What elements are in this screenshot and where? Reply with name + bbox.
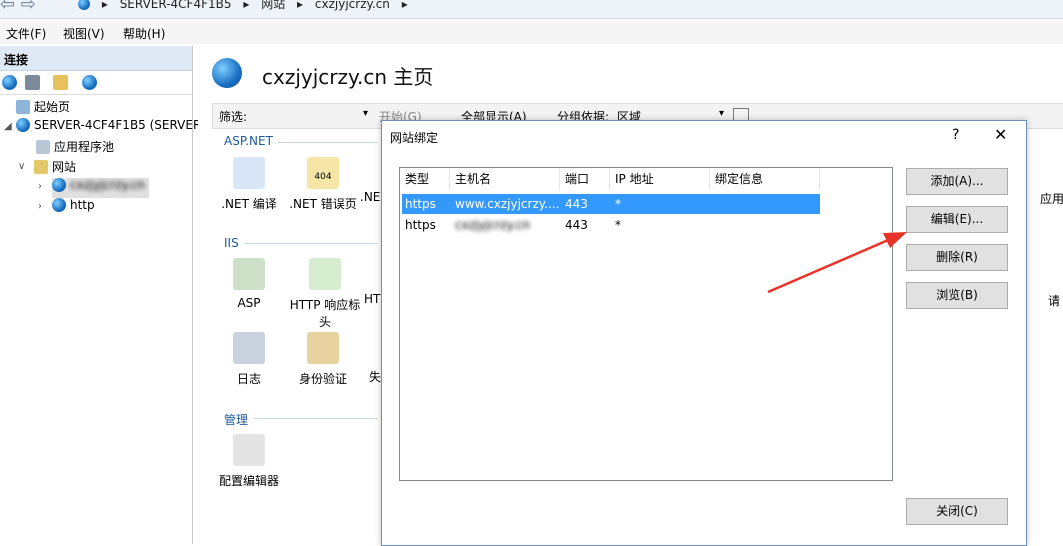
menu-file[interactable]: 文件(F): [6, 25, 46, 42]
close-icon[interactable]: ✕: [994, 125, 1007, 144]
menu-view[interactable]: 视图(V): [63, 25, 105, 42]
column-header-info[interactable]: 绑定信息: [710, 168, 820, 190]
help-icon[interactable]: ?: [952, 127, 959, 143]
asp-icon: [233, 258, 265, 290]
filter-label: 筛选:: [219, 110, 248, 124]
table-row[interactable]: https cxzjyjcrzy.cn 443 *: [402, 215, 820, 235]
breadcrumb-sites[interactable]: 网站: [261, 0, 285, 11]
address-bar: ⇦ ⇨ ▸ SERVER-4CF4F1B5 ▸ 网站 ▸ cxzjyjcrzy.…: [0, 0, 1063, 19]
http-headers-icon: [309, 258, 341, 290]
bindings-list[interactable]: 类型 主机名 端口 IP 地址 绑定信息 https www.cxzjyjcrz…: [399, 167, 893, 481]
error-404-icon: 404: [307, 157, 339, 189]
feature-asp[interactable]: ASP: [214, 258, 284, 310]
chevron-right-icon[interactable]: ›: [38, 201, 42, 212]
browse-button[interactable]: 浏览(B): [906, 282, 1008, 309]
site-bindings-dialog: 网站绑定 ? ✕ 类型 主机名 端口 IP 地址 绑定信息 https www.…: [381, 120, 1027, 546]
feature-authentication[interactable]: 身份验证: [288, 332, 358, 387]
tree-sites[interactable]: 网站: [34, 158, 76, 178]
server-icon: [16, 118, 30, 132]
feature-fail-cut[interactable]: 失: [369, 368, 381, 385]
connections-toolbar: [0, 72, 192, 95]
chevron-down-icon[interactable]: ▾: [719, 108, 724, 119]
feature-req-cut[interactable]: 请: [1048, 292, 1063, 309]
tree-site-selected[interactable]: cxzjyjcrzy.cn: [52, 178, 150, 198]
section-iis: IIS: [224, 236, 239, 250]
divider: [254, 418, 378, 419]
menu-help[interactable]: 帮助(H): [123, 25, 165, 42]
divider: [244, 243, 378, 244]
dialog-title: 网站绑定: [390, 131, 439, 145]
config-editor-icon: [233, 434, 265, 466]
add-button[interactable]: 添加(A)...: [906, 168, 1008, 195]
chevron-down-icon[interactable]: ▾: [363, 108, 368, 119]
breadcrumb-server[interactable]: SERVER-4CF4F1B5: [120, 0, 232, 11]
back-forward-icon[interactable]: ⇦ ⇨: [0, 0, 36, 15]
section-manage: 管理: [224, 413, 249, 427]
tree-app-pools[interactable]: 应用程序池: [36, 138, 114, 158]
tree-server[interactable]: SERVER-4CF4F1B5 (SERVER: [16, 118, 201, 138]
breadcrumb-site[interactable]: cxzjyjcrzy.cn: [315, 0, 390, 11]
menu-bar: 文件(F) 视图(V) 帮助(H): [0, 20, 1063, 44]
save-icon[interactable]: [25, 75, 40, 90]
sites-folder-icon: [34, 160, 48, 174]
close-button[interactable]: 关闭(C): [906, 498, 1008, 525]
edit-button[interactable]: 编辑(E)...: [906, 206, 1008, 233]
column-header-type[interactable]: 类型: [400, 168, 450, 190]
connections-pane: 连接 起始页 ◢ SERVER-4CF4F1B5 (SERVER 应用程序池 ∨…: [0, 46, 201, 544]
feature-http-response-headers[interactable]: HTTP 响应标头: [288, 258, 362, 330]
site-globe-icon: [52, 198, 66, 212]
page-title: cxzjyjcrzy.cn 主页: [262, 65, 434, 89]
disconnect-icon[interactable]: [82, 75, 97, 90]
connections-header: 连接: [0, 46, 192, 71]
feature-app-cut[interactable]: 应用: [1040, 190, 1063, 207]
site-globe-icon: [52, 178, 66, 192]
expand-icon[interactable]: ◢: [4, 121, 12, 132]
feature-net-cut[interactable]: .NE: [360, 190, 380, 204]
site-globe-icon: [212, 58, 242, 88]
log-icon: [233, 332, 265, 364]
connect-icon[interactable]: [2, 75, 17, 90]
column-header-port[interactable]: 端口: [560, 168, 610, 190]
feature-net-compile[interactable]: .NET 编译: [214, 157, 284, 212]
tree-site-http[interactable]: http: [52, 198, 95, 218]
compile-icon: [233, 157, 265, 189]
expand-icon[interactable]: ∨: [18, 161, 25, 172]
remove-button[interactable]: 删除(R): [906, 244, 1008, 271]
auth-user-icon: [307, 332, 339, 364]
app-pool-icon: [36, 140, 50, 154]
up-folder-icon[interactable]: [53, 75, 68, 90]
feature-logging[interactable]: 日志: [214, 332, 284, 387]
feature-config-editor[interactable]: 配置编辑器: [214, 434, 284, 489]
table-row[interactable]: https www.cxzjyjcrzy.... 443 *: [402, 194, 820, 214]
section-aspnet: ASP.NET: [224, 134, 273, 148]
tree-start-page[interactable]: 起始页: [16, 98, 70, 118]
chevron-right-icon[interactable]: ›: [38, 181, 42, 192]
feature-net-error[interactable]: 404 .NET 错误页: [288, 157, 358, 212]
column-header-host[interactable]: 主机名: [450, 168, 560, 190]
divider: [278, 142, 378, 143]
start-page-icon: [16, 100, 30, 114]
globe-icon: [78, 0, 90, 10]
breadcrumb: ▸ SERVER-4CF4F1B5 ▸ 网站 ▸ cxzjyjcrzy.cn ▸: [78, 0, 416, 12]
column-header-ip[interactable]: IP 地址: [610, 168, 710, 190]
